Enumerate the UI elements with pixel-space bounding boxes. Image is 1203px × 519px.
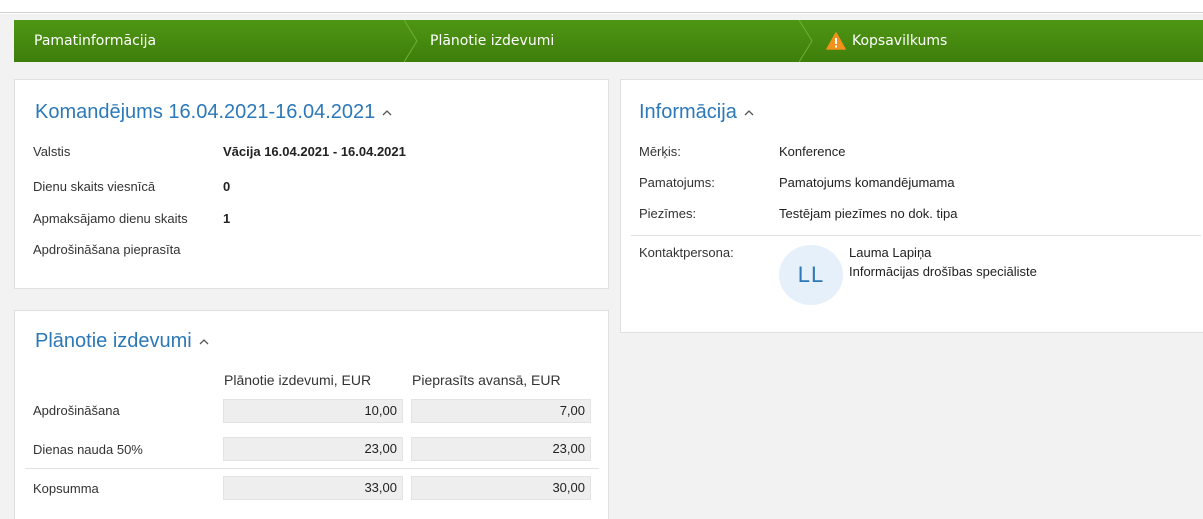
planned-total-field: 33,00 (223, 476, 403, 500)
wizard-step-kopsavilkums[interactable]: Kopsavilkums (826, 20, 947, 62)
planned-amount-field[interactable]: 10,00 (223, 399, 403, 423)
total-divider (25, 468, 599, 469)
panel-title-izdevumi[interactable]: Plānotie izdevumi (35, 330, 211, 353)
panel-informacija: Informācija Mērķis: Konference Pamatojum… (620, 79, 1203, 333)
top-strip (0, 0, 1203, 14)
row-label-kopsumma: Kopsumma (33, 481, 99, 496)
field-value-merkis: Konference (779, 144, 846, 159)
field-label-dienu-skaits: Dienu skaits viesnīcā (33, 179, 156, 194)
row-label-dienas-nauda: Dienas nauda 50% (33, 442, 143, 457)
wizard-steps: Pamatinformācija Plānotie izdevumi Kopsa… (14, 20, 1203, 62)
field-label-valstis: Valstis (33, 144, 71, 159)
panel-title-komandejums[interactable]: Komandējums 16.04.2021-16.04.2021 (35, 101, 394, 124)
wizard-step-label: Plānotie izdevumi (430, 33, 555, 49)
top-divider (0, 12, 1203, 13)
wizard-step-pamatinformacija[interactable]: Pamatinformācija (34, 20, 156, 62)
panel-planotie-izdevumi: Plānotie izdevumi Plānotie izdevumi, EUR… (14, 310, 609, 519)
field-label-apmaksajamo-dienu: Apmaksājamo dienu skaits (33, 211, 188, 226)
advance-total-field: 30,00 (411, 476, 591, 500)
column-header-planotie: Plānotie izdevumi, EUR (224, 372, 372, 388)
contact-name: Lauma Lapiņa (849, 245, 932, 260)
field-label-apdrosinasana: Apdrošināšana pieprasīta (33, 242, 181, 257)
field-label-kontaktpersona: Kontaktpersona: (639, 245, 734, 260)
advance-amount-field[interactable]: 23,00 (411, 437, 591, 461)
panel-title-text: Komandējums 16.04.2021-16.04.2021 (35, 101, 376, 123)
panel-title-informacija[interactable]: Informācija (639, 101, 756, 124)
contact-divider (631, 235, 1201, 236)
panel-title-text: Plānotie izdevumi (35, 330, 192, 352)
field-label-merkis: Mērķis: (639, 144, 681, 159)
field-label-piezimes: Piezīmes: (639, 206, 697, 221)
wizard-step-planotie-izdevumi[interactable]: Plānotie izdevumi (430, 20, 554, 62)
field-value-valstis: Vācija 16.04.2021 - 16.04.2021 (223, 144, 406, 159)
column-header-avanss: Pieprasīts avansā, EUR (412, 372, 561, 388)
advance-amount-field[interactable]: 7,00 (411, 399, 591, 423)
collapse-caret-icon[interactable] (380, 106, 394, 120)
contact-role: Informācijas drošības speciāliste (849, 264, 1037, 279)
chevron-right-icon (404, 20, 418, 62)
field-value-dienu-skaits: 0 (223, 179, 231, 194)
panel-komandejums: Komandējums 16.04.2021-16.04.2021 Valsti… (14, 79, 609, 289)
collapse-caret-icon[interactable] (742, 106, 756, 120)
collapse-caret-icon[interactable] (197, 335, 211, 349)
field-value-apmaksajamo-dienu: 1 (223, 211, 231, 226)
row-label-apdrosinasana: Apdrošināšana (33, 403, 120, 418)
wizard-step-label: Pamatinformācija (34, 33, 157, 49)
wizard-step-label: Kopsavilkums (852, 33, 948, 49)
field-value-pamatojums: Pamatojums komandējumama (779, 175, 955, 190)
field-value-piezimes: Testējam piezīmes no dok. tipa (779, 206, 958, 221)
panel-title-text: Informācija (639, 101, 737, 123)
field-label-pamatojums: Pamatojums: (639, 175, 715, 190)
warning-icon (826, 32, 846, 50)
chevron-right-icon (799, 20, 813, 62)
planned-amount-field[interactable]: 23,00 (223, 437, 403, 461)
avatar[interactable]: LL (779, 245, 843, 305)
